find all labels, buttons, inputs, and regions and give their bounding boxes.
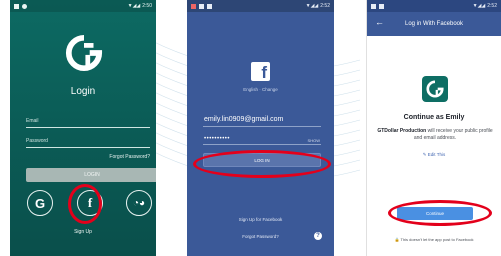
- signal-icon: ▼◢◢: [472, 3, 486, 9]
- continue-button[interactable]: Continue: [397, 207, 473, 220]
- app-login-screen: ▼◢◢ 2:50 Login Email Password Forgot Pass…: [10, 0, 156, 256]
- sign-up-link[interactable]: Sign Up: [10, 229, 156, 235]
- facebook-icon: f: [87, 195, 93, 210]
- google-login-button[interactable]: G: [27, 190, 53, 216]
- notification-icon: [379, 3, 384, 9]
- app-name: GTDollar Production: [377, 128, 427, 134]
- forgot-password-link[interactable]: Forgot Password?: [187, 234, 334, 239]
- notification-icon: [191, 3, 196, 9]
- wechat-icon: ◔◕: [132, 197, 146, 209]
- lock-icon: 🔒: [394, 237, 400, 242]
- edit-this-link[interactable]: ✎ Edit This: [367, 152, 501, 158]
- facebook-login-screen: ▼◢◢ 2:52 f English · Change emily.lin0909…: [187, 0, 334, 256]
- wechat-login-button[interactable]: ◔◕: [126, 190, 152, 216]
- email-field[interactable]: Email: [26, 110, 150, 128]
- permission-description: GTDollar Production will receive your pu…: [375, 128, 495, 142]
- password-input[interactable]: ••••••••••: [204, 136, 230, 142]
- status-bar: ▼◢◢ 2:50: [10, 0, 156, 12]
- notice-text: This doesn't let the app post to Faceboo…: [400, 237, 474, 242]
- continue-as-heading: Continue as Emily: [403, 114, 465, 121]
- google-icon: G: [34, 195, 46, 211]
- notification-icon: [14, 3, 19, 9]
- header-title: Log in With Facebook: [404, 21, 464, 27]
- edit-icon: ✎: [422, 152, 427, 157]
- login-button[interactable]: LOGIN: [26, 168, 156, 182]
- show-password-toggle[interactable]: SHOW: [308, 138, 320, 143]
- facebook-login-button[interactable]: f: [77, 190, 103, 216]
- email-underline: [203, 126, 321, 127]
- signal-icon: ▼◢◢: [305, 3, 319, 9]
- edit-this-label: Edit This: [427, 152, 446, 157]
- status-bar: ▼◢◢ 2:52: [367, 0, 501, 12]
- page-title: Login: [70, 86, 96, 97]
- status-time: 2:52: [320, 3, 330, 9]
- notification-icon: [199, 3, 204, 9]
- post-notice: 🔒 This doesn't let the app post to Faceb…: [367, 237, 501, 242]
- app-icon: [422, 76, 448, 102]
- status-time: 2:52: [487, 3, 497, 9]
- gtdollar-logo-icon: [426, 80, 444, 98]
- status-time: 2:50: [142, 3, 152, 9]
- facebook-permission-screen: ▼◢◢ 2:52 ← Log in With Facebook Continue …: [366, 0, 501, 256]
- password-underline: [203, 144, 321, 145]
- sign-up-link[interactable]: Sign Up for Facebook: [187, 217, 334, 222]
- log-in-button[interactable]: LOG IN: [203, 153, 321, 167]
- facebook-logo-icon: f: [251, 62, 270, 81]
- password-field[interactable]: Password: [26, 132, 150, 148]
- header-bar: ← Log in With Facebook: [367, 12, 501, 36]
- signal-icon: ▼◢◢: [127, 3, 141, 9]
- notification-icon: [371, 3, 376, 9]
- notification-icon: [207, 3, 212, 9]
- language-selector[interactable]: English · Change: [187, 87, 334, 92]
- password-label: Password: [26, 138, 48, 144]
- status-bar: ▼◢◢ 2:52: [187, 0, 334, 12]
- email-input[interactable]: emily.lin0909@gmail.com: [204, 116, 283, 123]
- help-icon[interactable]: ?: [314, 232, 322, 240]
- gtdollar-logo-icon: [65, 34, 103, 72]
- forgot-password-link[interactable]: Forgot Password?: [109, 154, 150, 160]
- description-text: will receive your public profile and ema…: [413, 128, 493, 141]
- back-arrow-icon[interactable]: ←: [375, 17, 384, 27]
- notification-icon: [22, 3, 27, 9]
- email-label: Email: [26, 118, 39, 124]
